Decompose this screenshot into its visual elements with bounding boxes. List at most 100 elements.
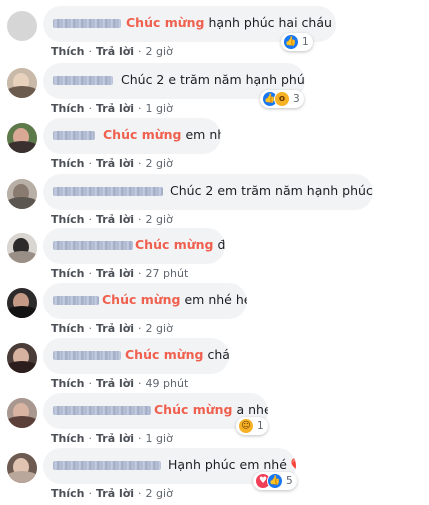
commenter-name-blurred[interactable] [53, 241, 133, 250]
comment-bubble: Chúc mừng em nhé hehe [43, 283, 247, 319]
comment-item: Chúc mừng đ/c Thích·Trả lời·27 phút [0, 228, 429, 283]
comment-text: Chúc mừng cháu. [125, 347, 229, 363]
like-icon: 👍 [267, 473, 283, 489]
commenter-name-blurred[interactable] [53, 131, 95, 140]
comment-actions: Thích · Trả lời · 2 giờ [51, 322, 173, 335]
commenter-name-blurred[interactable] [53, 461, 161, 470]
like-link[interactable]: Thích [51, 322, 84, 335]
comment-bubble: Chúc mừng em nhé [43, 118, 221, 154]
comment-body: hạnh phúc hai cháu nhé [208, 15, 336, 30]
haha-icon: ☺ [238, 418, 254, 434]
avatar[interactable] [7, 343, 37, 373]
comment-item: Hạnh phúc em nhé ❤️ ♥👍 5 Thích·Trả lời·2… [0, 448, 429, 503]
comment-body: Chúc 2 e trăm năm hạnh phúc [121, 72, 305, 87]
comment-time[interactable]: 2 giờ [146, 45, 173, 58]
reply-link[interactable]: Trả lời [96, 213, 134, 226]
comment-highlight: Chúc mừng [103, 127, 182, 142]
like-link[interactable]: Thích [51, 267, 84, 280]
comment-text: Chúc 2 e trăm năm hạnh phúc ‼️ [121, 72, 305, 88]
comment-text: Hạnh phúc em nhé ❤️ [168, 457, 296, 473]
like-link[interactable]: Thích [51, 377, 84, 390]
comment-item: Chúc mừng cháu. Thích·Trả lời·49 phút [0, 338, 429, 393]
like-link[interactable]: Thích [51, 487, 84, 500]
comment-text: Chúc mừng đ/c [135, 237, 225, 253]
comment-actions: Thích · Trả lời · 1 giờ [51, 432, 173, 445]
comment-body: em nhé [185, 127, 221, 142]
comment-body: Chúc 2 em trăm năm hạnh phúc nhé. [170, 183, 373, 198]
comment-bubble: Chúc mừng a nhé. [43, 393, 268, 429]
reply-link[interactable]: Trả lời [96, 102, 134, 115]
reaction-summary[interactable]: 👍 1 [281, 33, 313, 51]
reply-link[interactable]: Trả lời [96, 157, 134, 170]
like-link[interactable]: Thích [51, 432, 84, 445]
comment-text: Chúc mừng a nhé. [154, 402, 268, 418]
comment-actions: Thích · Trả lời · 49 phút [51, 377, 189, 390]
reaction-count: 1 [257, 420, 264, 432]
commenter-name-blurred[interactable] [53, 76, 113, 85]
avatar[interactable] [7, 398, 37, 428]
comment-actions: Thích · Trả lời · 1 giờ [51, 102, 173, 115]
avatar[interactable] [7, 11, 37, 41]
reply-link[interactable]: Trả lời [96, 432, 134, 445]
avatar[interactable] [7, 123, 37, 153]
comment-bubble: Chúc mừng đ/c [43, 228, 225, 264]
comment-highlight: Chúc mừng [126, 15, 205, 30]
comment-time[interactable]: 49 phút [146, 377, 189, 390]
heart-emoji: ❤️ [291, 457, 296, 472]
like-link[interactable]: Thích [51, 213, 84, 226]
reply-link[interactable]: Trả lời [96, 322, 134, 335]
comment-actions: Thích · Trả lời · 2 giờ [51, 213, 173, 226]
comment-actions: Thích · Trả lời · 27 phút [51, 267, 189, 280]
reaction-summary[interactable]: ☺ 1 [236, 417, 268, 435]
commenter-name-blurred[interactable] [53, 296, 99, 305]
commenter-name-blurred[interactable] [53, 187, 163, 196]
comment-actions: Thích · Trả lời · 2 giờ [51, 45, 173, 58]
reply-link[interactable]: Trả lời [96, 487, 134, 500]
like-link[interactable]: Thích [51, 45, 84, 58]
comment-highlight: Chúc mừng [102, 292, 181, 307]
like-link[interactable]: Thích [51, 157, 84, 170]
reply-link[interactable]: Trả lời [96, 267, 134, 280]
comment-time[interactable]: 1 giờ [146, 432, 173, 445]
comment-body: cháu. [207, 347, 229, 362]
comment-item: Chúc mừng hạnh phúc hai cháu nhé 👍 1 Thí… [0, 6, 429, 61]
comment-text: Chúc mừng em nhé hehe [102, 292, 247, 308]
comment-time[interactable]: 27 phút [146, 267, 189, 280]
comment-time[interactable]: 2 giờ [146, 322, 173, 335]
comment-bubble: Chúc 2 em trăm năm hạnh phúc nhé. [43, 174, 373, 210]
reply-link[interactable]: Trả lời [96, 377, 134, 390]
commenter-name-blurred[interactable] [53, 351, 121, 360]
comment-body: đ/c [217, 237, 225, 252]
commenter-name-blurred[interactable] [53, 406, 151, 415]
comment-time[interactable]: 2 giờ [146, 213, 173, 226]
comment-body: Hạnh phúc em nhé [168, 457, 287, 472]
avatar[interactable] [7, 233, 37, 263]
comment-item: Chúc 2 em trăm năm hạnh phúc nhé. Thích·… [0, 174, 429, 229]
comment-item: Chúc mừng em nhé Thích·Trả lời·2 giờ [0, 118, 429, 173]
like-link[interactable]: Thích [51, 102, 84, 115]
reaction-summary[interactable]: 👍 o 3 [260, 90, 304, 108]
avatar[interactable] [7, 68, 37, 98]
comment-item: Chúc mừng a nhé. ☺ 1 Thích·Trả lời·1 giờ [0, 393, 429, 448]
comment-time[interactable]: 1 giờ [146, 102, 173, 115]
reaction-summary[interactable]: ♥ 👍 5 [253, 472, 297, 490]
comment-item: Chúc mừng em nhé hehe Thích·Trả lời·2 gi… [0, 283, 429, 338]
commenter-name-blurred[interactable] [53, 19, 121, 28]
reaction-count: 1 [302, 36, 309, 48]
comment-actions: Thích · Trả lời · 2 giờ [51, 157, 173, 170]
avatar[interactable] [7, 288, 37, 318]
comment-actions: Thích · Trả lời · 2 giờ [51, 487, 173, 500]
comment-highlight: Chúc mừng [125, 347, 204, 362]
wow-icon: o [274, 91, 290, 107]
comment-body: a nhé. [236, 402, 268, 417]
reaction-count: 3 [293, 93, 300, 105]
comment-highlight: Chúc mừng [135, 237, 214, 252]
like-icon: 👍 [283, 34, 299, 50]
comment-time[interactable]: 2 giờ [146, 487, 173, 500]
comment-bubble: Chúc mừng cháu. [43, 338, 229, 374]
comment-time[interactable]: 2 giờ [146, 157, 173, 170]
reply-link[interactable]: Trả lời [96, 45, 134, 58]
comment-body: em nhé hehe [184, 292, 247, 307]
avatar[interactable] [7, 453, 37, 483]
avatar[interactable] [7, 179, 37, 209]
